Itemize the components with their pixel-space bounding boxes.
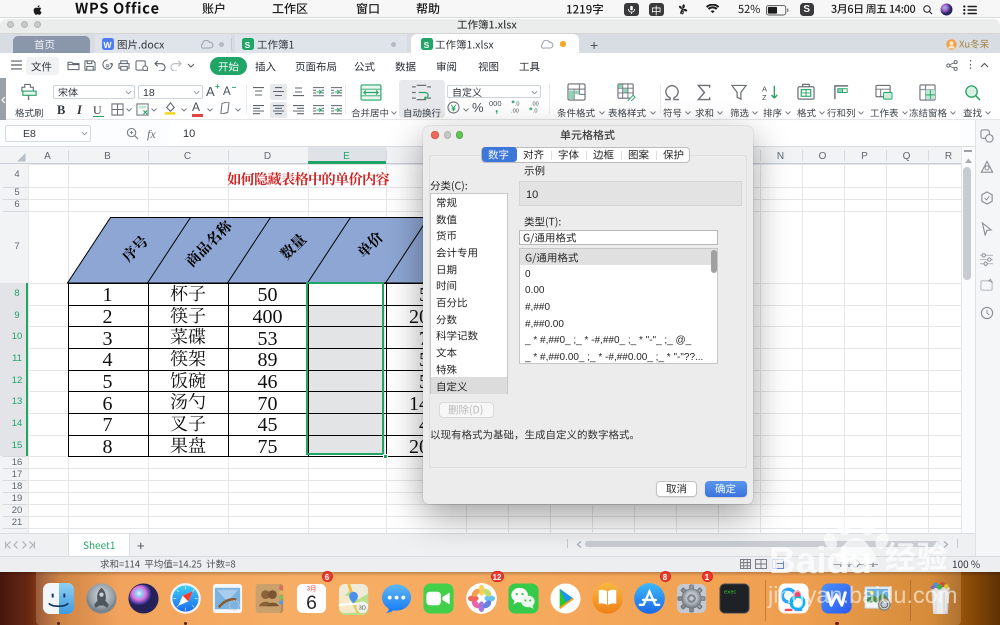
svg-text:.0: .0: [533, 109, 538, 114]
svg-text:.00: .00: [531, 102, 539, 108]
svg-text:3D: 3D: [359, 606, 366, 612]
svg-text:exec: exec: [723, 590, 736, 596]
svg-text:6: 6: [306, 592, 317, 614]
svg-text:.0: .0: [515, 102, 520, 108]
svg-text:.00: .00: [511, 109, 519, 114]
svg-text:Z: Z: [762, 93, 767, 101]
